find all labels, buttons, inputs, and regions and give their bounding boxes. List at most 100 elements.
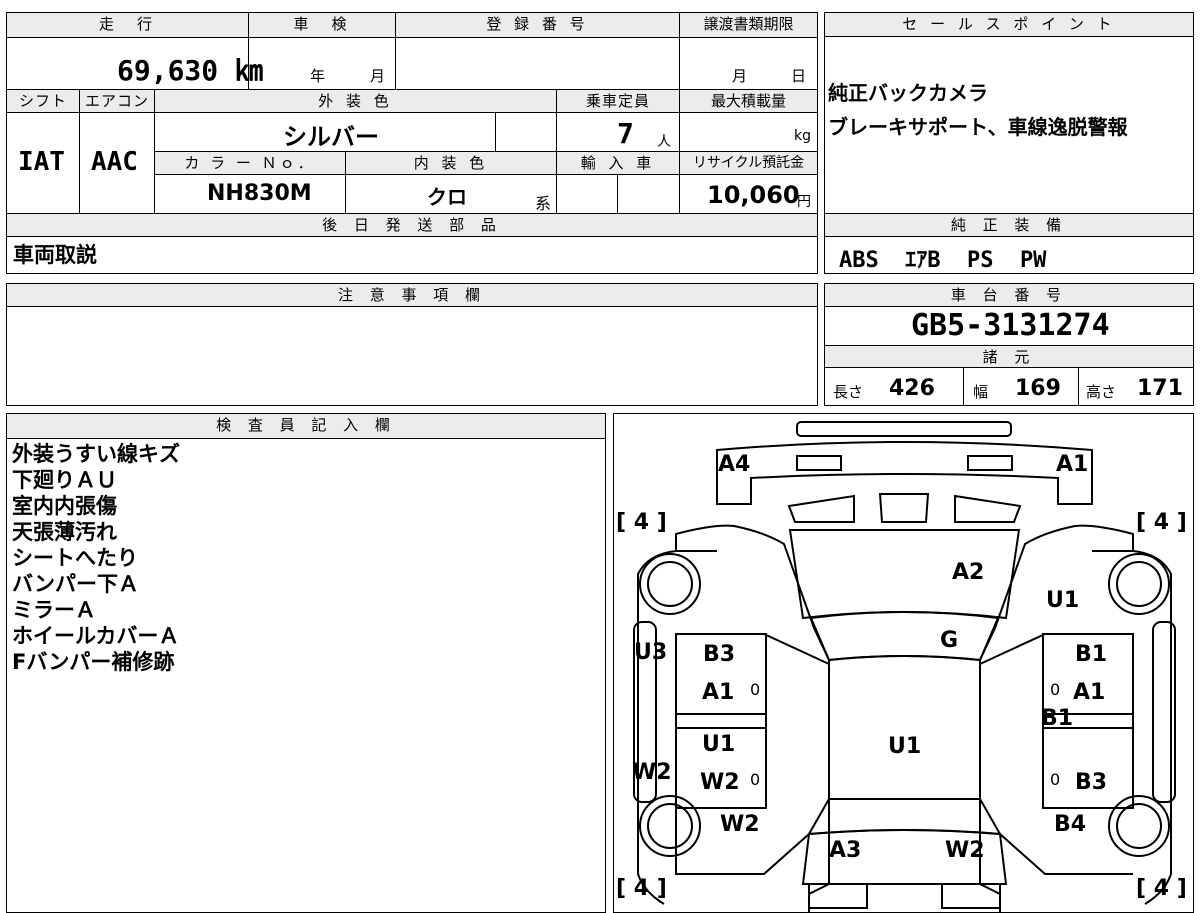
interior-color-value: クロ [427, 185, 467, 209]
tread-mark: 0 [1050, 770, 1061, 789]
right-door-frame [979, 633, 1133, 875]
later-parts-panel: 後 日 発 送 部 品 車両取説 [6, 213, 818, 274]
recycle-unit: 円 [797, 194, 811, 210]
right-fog-shape [967, 455, 1013, 471]
capacity-header: 乗車定員 [557, 90, 679, 112]
damage-b1-mid: B1 [1041, 706, 1074, 731]
tire-front-left: [ 4 ] [616, 510, 667, 535]
tread-mark: 0 [1050, 680, 1061, 699]
damage-u1-left: U1 [702, 732, 736, 757]
inspection-note: Fバンパー補修跡 [12, 650, 175, 674]
shaken-year: 年 [310, 67, 326, 85]
rear-window-shape [807, 798, 1002, 836]
damage-u1-hood-right: U1 [1046, 588, 1080, 613]
sales-points-title: セ ー ル ス ポ イ ン ト [825, 13, 1193, 37]
rear-light-right-shape [941, 883, 1001, 909]
mileage-header: 走 行 [7, 13, 248, 37]
length-label: 長さ [833, 383, 864, 401]
damage-g: G [940, 628, 959, 653]
damage-a3: A3 [829, 838, 862, 863]
exterior-color-value: シルバー [283, 123, 379, 151]
left-fog-shape [796, 455, 842, 471]
max-load-header: 最大積載量 [680, 90, 817, 112]
load-unit: kg [794, 128, 811, 144]
equipment-value: ABS ｴｱB PS PW [839, 248, 1047, 273]
chassis-title: 車 台 番 号 [825, 284, 1193, 307]
rear-light-left-shape [808, 883, 868, 909]
inspection-note: 下廻りＡＵ [12, 468, 117, 492]
length-value: 426 [889, 376, 935, 401]
damage-a2: A2 [952, 560, 985, 585]
left-door-frame [675, 633, 830, 875]
sales-point-line: 純正バックカメラ [828, 81, 988, 105]
damage-w2-left-door: W2 [700, 770, 740, 795]
color-no-value: NH830M [207, 181, 312, 206]
transfer-deadline-header: 譲渡書類期限 [680, 13, 817, 37]
inspection-note: ミラーＡ [12, 598, 96, 622]
later-parts-value: 車両取説 [13, 243, 97, 267]
equipment-panel: 純 正 装 備 ABS ｴｱB PS PW [824, 213, 1194, 274]
chassis-panel: 車 台 番 号 GB5-3131274 諸 元 長さ 426 幅 169 高さ … [824, 283, 1194, 406]
equipment-title: 純 正 装 備 [825, 214, 1193, 237]
damage-b1-right: B1 [1075, 642, 1108, 667]
capacity-value: 7 [617, 117, 634, 150]
tread-mark: 0 [750, 680, 761, 699]
shift-header: シフト [7, 90, 79, 112]
roof-shape [828, 655, 981, 800]
damage-u3: U3 [634, 640, 668, 665]
later-parts-title: 後 日 発 送 部 品 [7, 214, 817, 237]
registration-header: 登 録 番 号 [396, 13, 679, 37]
ac-header: エアコン [80, 90, 154, 112]
height-label: 高さ [1086, 383, 1117, 401]
mileage-value: 69,630 ㎞ [117, 54, 264, 87]
shaken-header: 車 検 [249, 13, 395, 37]
notes-panel: 注 意 事 項 欄 [6, 283, 818, 406]
inspection-note: 天張薄汚れ [12, 520, 117, 544]
interior-color-header: 内 装 色 [346, 152, 556, 174]
damage-w2-rear: W2 [945, 838, 985, 863]
chassis-number: GB5-3131274 [911, 308, 1110, 343]
inspection-note: シートへたり [12, 546, 138, 570]
damage-a4: A4 [718, 452, 751, 477]
windshield-shape [809, 611, 1000, 662]
damage-a1-right: A1 [1073, 680, 1106, 705]
transfer-month: 月 [732, 67, 748, 85]
damage-w2-left-edge: W2 [632, 760, 672, 785]
tire-rear-left: [ 4 ] [616, 876, 667, 901]
tire-rear-right: [ 4 ] [1136, 876, 1187, 901]
damage-a1-top: A1 [1056, 452, 1089, 477]
front-bumper-top-shape [796, 421, 1012, 437]
import-header: 輸 入 車 [557, 152, 679, 174]
damage-a1-left: A1 [702, 680, 735, 705]
inspection-note: バンパー下Ａ [12, 572, 140, 596]
hood-shape [788, 529, 1021, 620]
shift-value: IAT [18, 147, 65, 177]
transfer-day: 日 [791, 67, 807, 85]
damage-b4: B4 [1054, 812, 1087, 837]
tire-front-right: [ 4 ] [1136, 510, 1187, 535]
grille-shape [787, 493, 1022, 523]
specs-title: 諸 元 [825, 345, 1193, 368]
notes-title: 注 意 事 項 欄 [7, 284, 817, 307]
ac-value: AAC [91, 147, 138, 177]
inspection-note: 外装うすい線キズ [12, 442, 180, 466]
damage-w2-left-rear: W2 [720, 812, 760, 837]
inspection-note: 室内内張傷 [12, 494, 117, 518]
width-label: 幅 [973, 383, 989, 401]
inspection-note: ホイールカバーＡ [12, 624, 180, 648]
sales-point-line: ブレーキサポート、車線逸脱警報 [828, 115, 1128, 139]
exterior-color-header: 外 装 色 [155, 90, 556, 112]
damage-u1-roof: U1 [888, 734, 922, 759]
inspector-panel: 検 査 員 記 入 欄 外装うすい線キズ 下廻りＡＵ 室内内張傷 天張薄汚れ シ… [6, 413, 606, 913]
color-no-header: カ ラ ー Ｎｏ． [155, 152, 345, 174]
recycle-header: リサイクル預託金 [680, 152, 817, 174]
damage-b3-left: B3 [703, 642, 736, 667]
tread-mark: 0 [750, 770, 761, 789]
shaken-month: 月 [370, 67, 386, 85]
inspector-title: 検 査 員 記 入 欄 [7, 414, 605, 439]
width-value: 169 [1015, 376, 1061, 401]
vehicle-info-table: 走 行 車 検 登 録 番 号 譲渡書類期限 69,630 ㎞ 年 月 月 日 … [6, 12, 818, 214]
capacity-unit: 人 [657, 134, 671, 150]
damage-b3-right: B3 [1075, 770, 1108, 795]
left-sill-shape [675, 713, 767, 729]
